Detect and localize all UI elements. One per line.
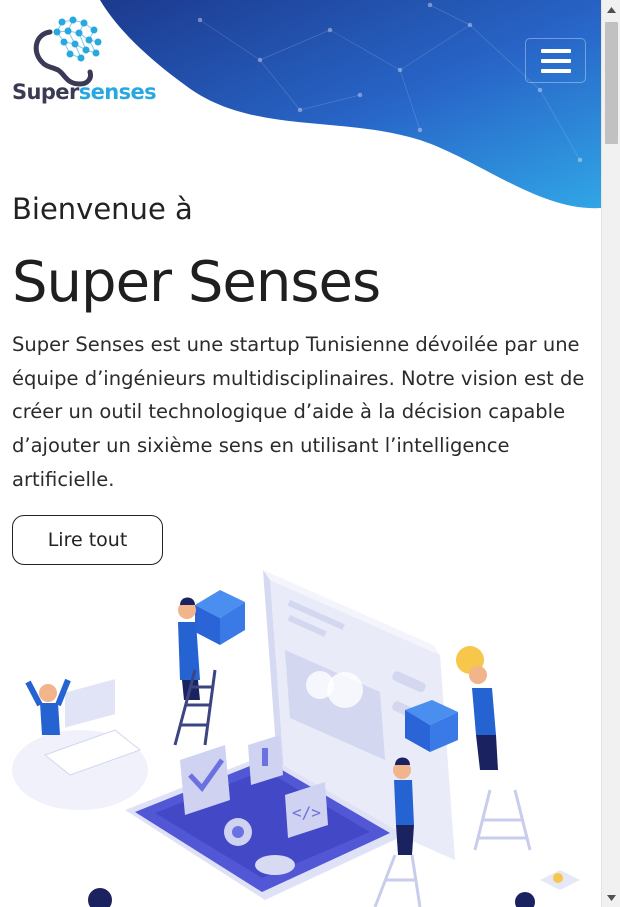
hamburger-icon-line (540, 58, 571, 63)
menu-toggle-button[interactable] (525, 38, 586, 83)
hamburger-icon-line (540, 68, 571, 73)
brand-wordmark-part2: senses (78, 80, 157, 104)
brand-wordmark[interactable]: Supersenses (12, 80, 157, 104)
scroll-down-arrow-icon[interactable] (602, 888, 620, 907)
page-viewport: Supersenses Bienvenue à Super Senses Sup… (0, 0, 601, 907)
hero-title: Super Senses (12, 250, 381, 315)
scroll-up-arrow-icon[interactable] (602, 0, 620, 19)
brand-wordmark-part1: Super (12, 80, 79, 104)
scrollbar-thumb[interactable] (605, 22, 618, 144)
hero-description: Super Senses est une startup Tunisienne … (12, 333, 585, 491)
svg-text:</>: </> (292, 803, 321, 822)
hero-welcome-text: Bienvenue à (12, 192, 193, 226)
vertical-scrollbar[interactable] (601, 0, 620, 907)
team-dashboard-illustration: </> (12, 570, 580, 907)
hamburger-icon (540, 48, 571, 53)
read-more-button[interactable]: Lire tout (12, 515, 163, 565)
